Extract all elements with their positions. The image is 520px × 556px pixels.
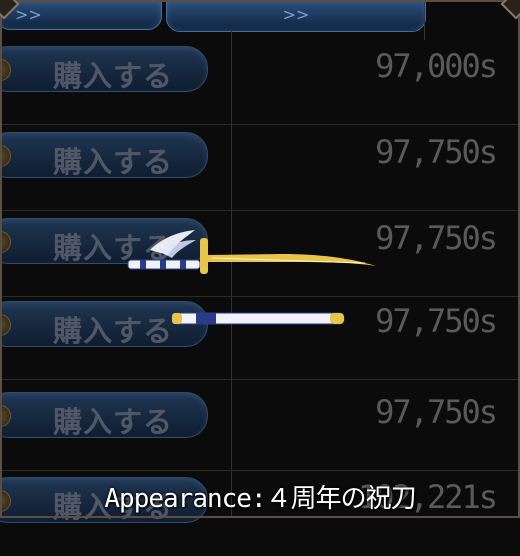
coin-icon xyxy=(0,231,11,253)
list-item: 購入する 97,750s xyxy=(0,121,520,211)
buy-button-label: 購入する xyxy=(53,59,174,93)
item-price: 97,750s xyxy=(375,133,498,171)
buy-button-label: 購入する xyxy=(53,405,174,439)
list-item: 購入する 97,750s xyxy=(0,290,520,380)
row-divider xyxy=(0,379,520,380)
item-price: 97,750s xyxy=(375,302,498,340)
tab-1-label: >> xyxy=(15,5,42,24)
buy-button[interactable]: 購入する xyxy=(0,218,208,265)
buy-button-label: 購入する xyxy=(53,231,174,265)
buy-button-label: 購入する xyxy=(53,314,174,348)
item-price: 97,000s xyxy=(375,47,498,85)
top-tab-2[interactable]: >> xyxy=(166,0,426,32)
buy-button[interactable]: 購入する xyxy=(0,46,208,93)
coin-icon xyxy=(0,405,11,427)
list-item: 購入する 97,000s xyxy=(0,35,520,125)
item-price: 97,750s xyxy=(375,393,498,431)
top-tab-1[interactable]: >> xyxy=(0,0,162,30)
item-caption: Appearance:４周年の祝刀 xyxy=(104,484,416,514)
buy-button[interactable]: 購入する xyxy=(0,392,208,439)
buy-button[interactable]: 購入する xyxy=(0,301,208,348)
coin-icon xyxy=(0,59,11,81)
buy-button-label: 購入する xyxy=(53,145,174,179)
list-item: 購入する 97,750s xyxy=(0,207,520,297)
tab-2-label: >> xyxy=(282,5,310,24)
coin-icon xyxy=(0,145,11,167)
item-price: 97,750s xyxy=(375,219,498,257)
buy-button[interactable]: 購入する xyxy=(0,132,208,179)
coin-icon xyxy=(0,314,11,336)
top-right-panel xyxy=(424,0,520,40)
list-item: 購入する 97,750s xyxy=(0,381,520,471)
